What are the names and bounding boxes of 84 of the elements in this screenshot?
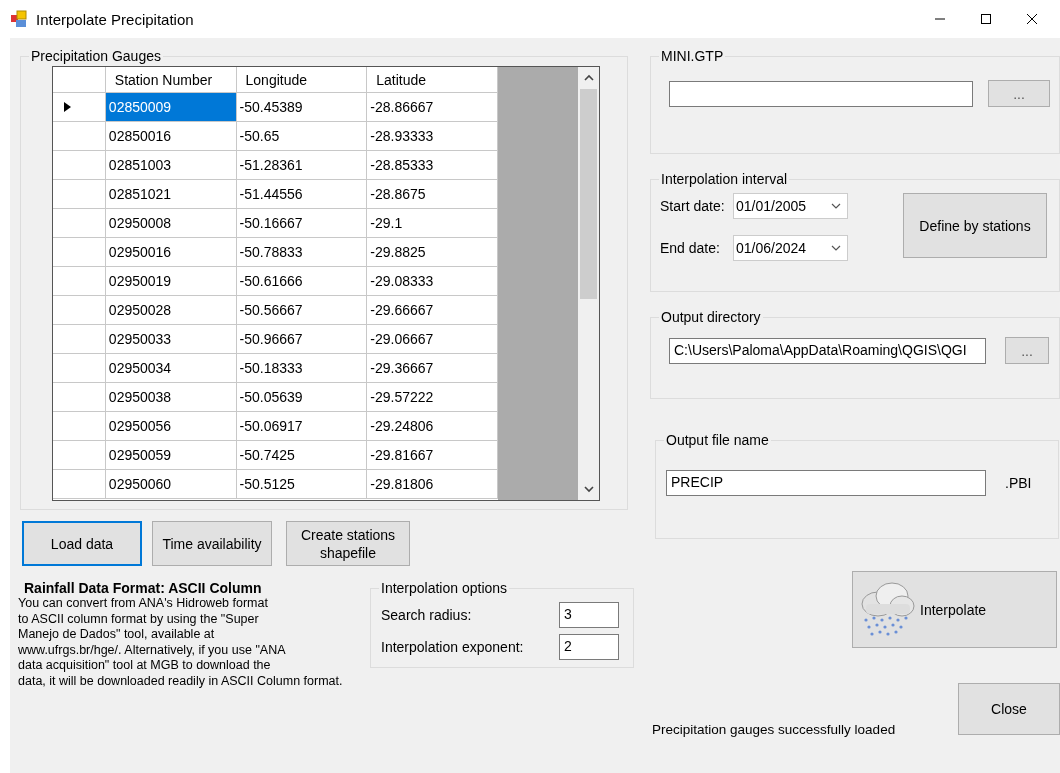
table-cell: -50.7425: [236, 440, 367, 470]
table-cell: -50.5125: [236, 469, 367, 499]
window-title: Interpolate Precipitation: [36, 10, 194, 28]
table-cell: -50.65: [236, 121, 367, 151]
format-heading: Rainfall Data Format: ASCII Column: [24, 580, 263, 596]
table-cell: -28.93333: [366, 121, 498, 151]
status-message: Precipitation gauges successfully loaded: [652, 722, 896, 737]
table-cell[interactable]: 02950059: [105, 440, 237, 470]
table-cell: -50.06917: [236, 411, 367, 441]
close-icon[interactable]: [1026, 13, 1038, 25]
directory-field[interactable]: C:\Users\Paloma\AppData\Roaming\QGIS\QGI: [669, 337, 986, 364]
table-cell[interactable]: 02950008: [105, 208, 237, 238]
table-cell: -29.81806: [366, 469, 498, 499]
browse-button[interactable]: ...: [1005, 337, 1049, 364]
table-cell: -51.44556: [236, 179, 367, 209]
table-cell: -29.24806: [366, 411, 498, 441]
table-cell: -28.85333: [366, 150, 498, 180]
close-button[interactable]: Close: [958, 683, 1060, 735]
table-cell: -50.05639: [236, 382, 367, 412]
table-cell: -50.96667: [236, 324, 367, 354]
group-title: Interpolation interval: [660, 171, 789, 187]
table-cell: -29.57222: [366, 382, 498, 412]
table-cell: -29.81667: [366, 440, 498, 470]
table-cell: -50.78833: [236, 237, 367, 267]
table-cell[interactable]: 02950056: [105, 411, 237, 441]
table-cell[interactable]: 02950033: [105, 324, 237, 354]
scrollbar-thumb[interactable]: [580, 89, 597, 299]
column-header[interactable]: Station Number: [105, 67, 237, 93]
define-by-stations-button[interactable]: Define by stations: [903, 193, 1047, 258]
maximize-icon[interactable]: [980, 13, 992, 25]
table-cell[interactable]: 02850009: [105, 92, 237, 122]
table-cell: -51.28361: [236, 150, 367, 180]
column-header[interactable]: Latitude: [366, 67, 498, 93]
action-button[interactable]: Time availability: [152, 521, 272, 566]
action-button[interactable]: Create stations shapefile: [286, 521, 410, 566]
table-cell[interactable]: 02950019: [105, 266, 237, 296]
scroll-down-icon[interactable]: [583, 485, 594, 493]
field-label: End date:: [660, 240, 721, 256]
table-cell[interactable]: 02950016: [105, 237, 237, 267]
group-title: Output directory: [660, 309, 762, 325]
table-cell: -50.18333: [236, 353, 367, 383]
table-cell[interactable]: 02950028: [105, 295, 237, 325]
number-field[interactable]: 2: [559, 634, 619, 660]
date-picker[interactable]: 01/01/2005: [733, 193, 848, 219]
chevron-down-icon[interactable]: [831, 245, 841, 251]
table-cell[interactable]: 02950060: [105, 469, 237, 499]
field-label: Start date:: [660, 198, 726, 214]
scroll-up-icon[interactable]: [583, 74, 594, 82]
file-extension: .PBI: [1005, 475, 1032, 491]
table-cell: -28.86667: [366, 92, 498, 122]
table-cell[interactable]: 02851021: [105, 179, 237, 209]
table-cell[interactable]: 02850016: [105, 121, 237, 151]
table-cell: -50.61666: [236, 266, 367, 296]
table-cell: -29.1: [366, 208, 498, 238]
app-icon: [10, 10, 28, 28]
table-cell[interactable]: 02851003: [105, 150, 237, 180]
scrollbar[interactable]: [578, 67, 599, 500]
format-description: You can convert from ANA's Hidroweb format to ASCII column format by using the "Super Manejo de Dados" tool, available at www.ufrgs.br/hge/. Alternatively, if you use "ANA data acquisition" tool at MGB to download the data, it will be downloaded readily in ASCII Column format.: [18, 596, 344, 689]
table-cell: -29.08333: [366, 266, 498, 296]
table-cell: -29.36667: [366, 353, 498, 383]
file-path-field[interactable]: [669, 80, 973, 107]
group-title: Precipitation Gauges: [30, 48, 162, 64]
table-cell[interactable]: 02950034: [105, 353, 237, 383]
table-cell: -29.66667: [366, 295, 498, 325]
table-cell[interactable]: 02950038: [105, 382, 237, 412]
file-name-field[interactable]: PRECIP: [666, 470, 986, 496]
date-picker[interactable]: 01/06/2024: [733, 235, 848, 261]
number-field[interactable]: 3: [559, 602, 619, 628]
table-cell: -50.45389: [236, 92, 367, 122]
table-cell: -50.16667: [236, 208, 367, 238]
table-cell: -29.8825: [366, 237, 498, 267]
field-label: Interpolation exponent:: [381, 639, 524, 655]
group-title: Output file name: [665, 432, 770, 448]
column-header[interactable]: Longitude: [236, 67, 367, 93]
group-title: MINI.GTP: [660, 48, 725, 64]
table-cell: -29.06667: [366, 324, 498, 354]
group-title: Interpolation options: [380, 580, 509, 596]
table-cell: -28.8675: [366, 179, 498, 209]
action-button[interactable]: Load data: [22, 521, 142, 566]
chevron-down-icon[interactable]: [831, 203, 841, 209]
field-label: Search radius:: [381, 607, 472, 623]
interpolate-button[interactable]: Interpolate: [852, 571, 1057, 648]
browse-button[interactable]: ...: [988, 80, 1050, 107]
table-cell: -50.56667: [236, 295, 367, 325]
